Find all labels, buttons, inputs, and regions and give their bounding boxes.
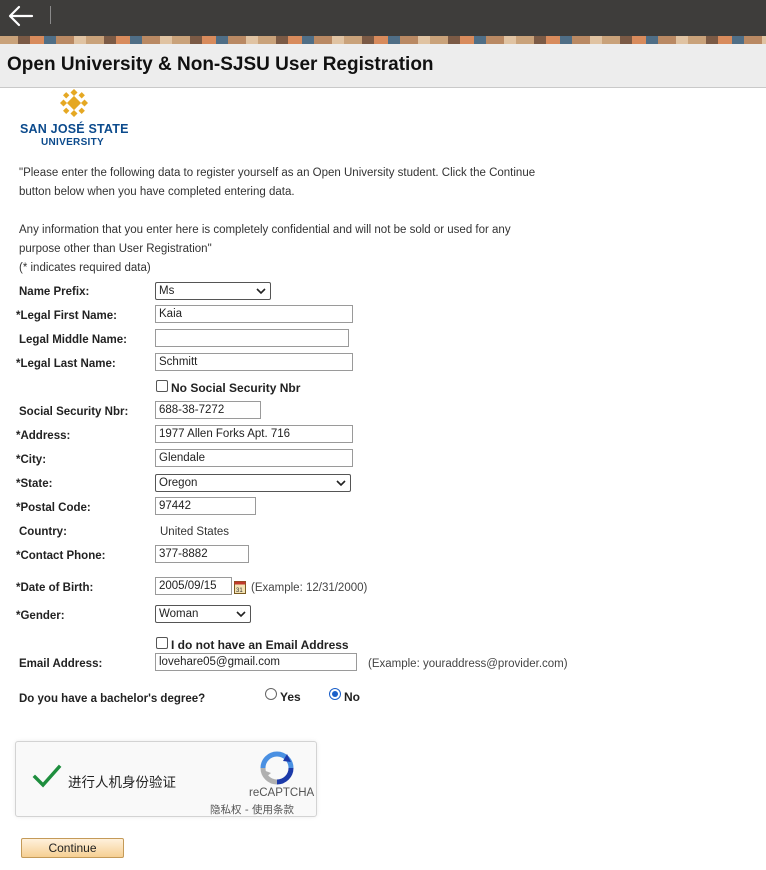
top-bar bbox=[0, 0, 766, 36]
no-ssn-checkbox[interactable] bbox=[156, 380, 168, 392]
intro-text-line2: button below when you have completed ent… bbox=[19, 186, 295, 198]
recaptcha-logo-icon bbox=[260, 751, 294, 785]
gender-value: Woman bbox=[159, 608, 199, 620]
calendar-icon[interactable]: 31 bbox=[234, 580, 246, 594]
chevron-down-icon bbox=[336, 476, 346, 490]
state-label: *State: bbox=[16, 478, 53, 490]
state-select[interactable]: Oregon bbox=[155, 474, 351, 492]
dob-input[interactable]: 2005/09/15 bbox=[155, 577, 232, 595]
checkmark-icon[interactable] bbox=[32, 763, 62, 789]
email-label: Email Address: bbox=[19, 658, 103, 670]
page-title: Open University & Non-SJSU User Registra… bbox=[7, 54, 434, 75]
name-prefix-select[interactable]: Ms bbox=[155, 282, 271, 300]
no-ssn-label: No Social Security Nbr bbox=[171, 381, 301, 395]
address-input[interactable]: 1977 Allen Forks Apt. 716 bbox=[155, 425, 353, 443]
contact-phone-label: *Contact Phone: bbox=[16, 550, 106, 562]
intro-text-line3: Any information that you enter here is c… bbox=[19, 224, 511, 236]
continue-button[interactable]: Continue bbox=[21, 838, 124, 858]
svg-text:31: 31 bbox=[236, 588, 243, 594]
bachelor-yes-label: Yes bbox=[280, 690, 301, 704]
first-name-input[interactable]: Kaia bbox=[155, 305, 353, 323]
country-label: Country: bbox=[19, 526, 67, 538]
bachelor-degree-label: Do you have a bachelor's degree? bbox=[19, 693, 206, 705]
chevron-down-icon bbox=[256, 284, 266, 298]
postal-code-input[interactable]: 97442 bbox=[155, 497, 256, 515]
middle-name-input[interactable] bbox=[155, 329, 349, 347]
first-name-label: *Legal First Name: bbox=[16, 310, 117, 322]
state-value: Oregon bbox=[159, 477, 198, 489]
no-email-checkbox[interactable] bbox=[156, 637, 168, 649]
chevron-down-icon bbox=[236, 607, 246, 621]
city-input[interactable]: Glendale bbox=[155, 449, 353, 467]
last-name-label: *Legal Last Name: bbox=[16, 358, 116, 370]
postal-code-label: *Postal Code: bbox=[16, 502, 91, 514]
logo-text-line2: UNIVERSITY bbox=[41, 137, 105, 148]
recaptcha-widget[interactable]: 进行人机身份验证 reCAPTCHA 隐私权 - 使用条款 bbox=[15, 741, 317, 817]
middle-name-label: Legal Middle Name: bbox=[19, 334, 127, 346]
back-arrow-icon[interactable] bbox=[6, 4, 36, 28]
address-label: *Address: bbox=[16, 430, 71, 442]
last-name-input[interactable]: Schmitt bbox=[155, 353, 353, 371]
ssn-label: Social Security Nbr: bbox=[19, 406, 129, 418]
no-email-label: I do not have an Email Address bbox=[171, 638, 349, 652]
gender-select[interactable]: Woman bbox=[155, 605, 251, 623]
gender-label: *Gender: bbox=[16, 610, 65, 622]
email-hint: (Example: youraddress@provider.com) bbox=[368, 658, 568, 670]
toolbar-divider bbox=[50, 6, 51, 24]
decorative-banner bbox=[0, 36, 766, 44]
city-label: *City: bbox=[16, 454, 47, 466]
recaptcha-brand: reCAPTCHA bbox=[249, 787, 315, 799]
ssn-input[interactable]: 688-38-7272 bbox=[155, 401, 261, 419]
sjsu-logo-icon bbox=[59, 88, 89, 118]
required-note: (* indicates required data) bbox=[19, 262, 151, 274]
bachelor-yes-radio[interactable] bbox=[265, 688, 277, 700]
bachelor-no-label: No bbox=[344, 690, 360, 704]
contact-phone-input[interactable]: 377-8882 bbox=[155, 545, 249, 563]
bachelor-no-radio[interactable] bbox=[329, 688, 341, 700]
name-prefix-label: Name Prefix: bbox=[19, 286, 90, 298]
email-input[interactable]: lovehare05@gmail.com bbox=[155, 653, 357, 671]
dob-hint: (Example: 12/31/2000) bbox=[251, 582, 368, 594]
country-value: United States bbox=[160, 526, 230, 538]
dob-label: *Date of Birth: bbox=[16, 582, 94, 594]
logo-text-line1: SAN JOSÉ STATE bbox=[20, 122, 129, 136]
intro-text-line4: purpose other than User Registration" bbox=[19, 243, 212, 255]
name-prefix-value: Ms bbox=[159, 285, 175, 297]
recaptcha-label: 进行人机身份验证 bbox=[68, 775, 176, 791]
intro-text-line1: "Please enter the following data to regi… bbox=[19, 167, 536, 179]
recaptcha-privacy-terms-link[interactable]: 隐私权 - 使用条款 bbox=[210, 802, 294, 817]
